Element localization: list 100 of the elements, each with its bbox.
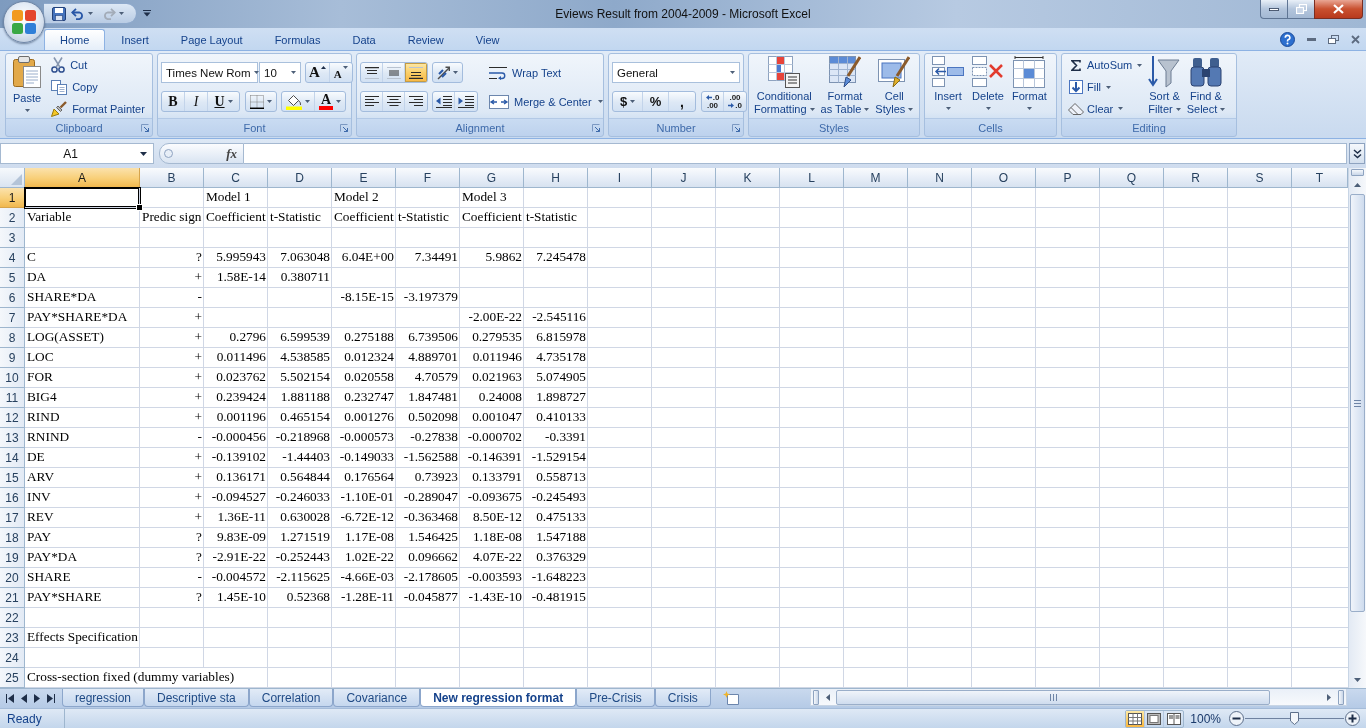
column-header[interactable]: I [588,168,652,188]
normal-view-button[interactable] [1126,710,1146,727]
fill-button[interactable]: Fill [1066,76,1145,98]
merge-center-button[interactable]: Merge & Center [487,91,605,112]
row-header[interactable]: 19 [0,548,25,568]
help-icon[interactable] [1280,31,1295,47]
corner-arrow-icon[interactable] [141,123,149,132]
column-header[interactable]: C [204,168,268,188]
skip-start-icon[interactable] [6,693,14,703]
row-header[interactable]: 18 [0,528,25,548]
row-header[interactable]: 25 [0,668,25,688]
insert-button[interactable]: Insert [930,54,966,119]
round-handle-icon[interactable] [164,149,173,158]
ribbon-tab[interactable]: Formulas [258,29,337,50]
column-header[interactable]: E [332,168,396,188]
column-header[interactable]: A [25,168,140,188]
row-header[interactable]: 15 [0,468,25,488]
cell-styles-button[interactable]: Cell Styles [873,54,916,119]
decrease-indent-button[interactable] [433,92,455,111]
row-header[interactable]: 6 [0,288,25,308]
column-header[interactable]: F [396,168,460,188]
scroll-thumb[interactable] [836,689,1270,705]
row-header[interactable]: 11 [0,388,25,408]
restore-button[interactable] [1287,0,1314,19]
column-header[interactable]: L [780,168,844,188]
sheet-tab[interactable]: Correlation [248,689,334,707]
skip-end-icon[interactable] [47,693,55,703]
ribbon-tab[interactable]: Review [391,29,460,50]
horizontal-scrollbar[interactable] [810,689,1347,706]
column-header[interactable]: G [460,168,524,188]
triangle-right-icon[interactable] [34,693,40,703]
ribbon-tab[interactable]: Home [44,29,106,50]
scroll-thumb[interactable] [1350,194,1365,612]
clear-button[interactable]: Clear [1066,98,1145,119]
column-header[interactable]: M [844,168,908,188]
page-layout-view-button[interactable] [1145,710,1165,727]
orientation-button[interactable] [432,62,463,83]
vertical-scrollbar[interactable] [1348,168,1366,688]
comma-style-button[interactable]: , [669,92,695,111]
shrink-font-button[interactable]: A [329,63,352,82]
close-icon[interactable] [1351,34,1360,44]
row-header[interactable]: 23 [0,628,25,648]
row-header[interactable]: 8 [0,328,25,348]
page-star-icon[interactable] [722,691,739,705]
row-header[interactable]: 2 [0,208,25,228]
wrap-text-button[interactable]: Wrap Text [487,62,605,83]
font-name-dropdown[interactable]: Times New Rom [161,62,258,83]
zoom-percent-button[interactable]: 100% [1190,711,1221,726]
row-header[interactable]: 7 [0,308,25,328]
ribbon-tab[interactable]: Data [336,29,392,50]
italic-button[interactable]: I [185,92,208,111]
format-painter-button[interactable]: Format Painter [49,98,147,119]
format-as-table-button[interactable]: Format as Table [818,54,872,119]
minimize-icon[interactable] [1307,37,1316,41]
sort-filter-button[interactable]: Sort & Filter [1146,54,1183,119]
corner-arrow-icon[interactable] [732,123,740,132]
selected-cell[interactable] [25,188,140,208]
number-format-dropdown[interactable]: General [612,62,740,83]
paste-button[interactable]: Paste [6,54,44,119]
ribbon-tab[interactable]: View [459,29,516,50]
column-header[interactable]: Q [1100,168,1164,188]
column-header[interactable]: N [908,168,972,188]
sheet-tab[interactable]: Descriptive sta [144,689,249,707]
copy-button[interactable]: Copy [49,76,147,98]
row-header[interactable]: 5 [0,268,25,288]
slider-thumb[interactable] [1290,711,1299,725]
currency-button[interactable]: $ [613,92,643,111]
cut-button[interactable]: Cut [49,55,147,76]
decrease-decimal-button[interactable]: .00 .0 [724,92,746,111]
underline-button[interactable]: U [208,92,239,111]
page-break-preview-button[interactable] [1164,710,1184,727]
grow-font-button[interactable]: A [306,63,330,82]
column-header[interactable]: P [1036,168,1100,188]
column-header[interactable]: K [716,168,780,188]
insert-function-button[interactable]: fx [226,145,237,162]
conditional-formatting-button[interactable]: Conditional Formatting [752,54,817,119]
column-header[interactable]: B [140,168,204,188]
percent-button[interactable]: % [643,92,669,111]
row-header[interactable]: 24 [0,648,25,668]
zoom-slider[interactable] [1245,711,1344,726]
column-header[interactable]: T [1292,168,1348,188]
triangle-left-icon[interactable] [21,693,27,703]
font-size-dropdown[interactable]: 10 [259,62,301,83]
undo-icon[interactable] [71,7,85,20]
column-header[interactable]: J [652,168,716,188]
column-header[interactable]: O [972,168,1036,188]
column-header[interactable]: D [268,168,332,188]
delete-button[interactable]: Delete [970,54,1006,119]
formula-input[interactable] [244,143,1347,164]
expand-formula-bar-button[interactable] [1349,143,1365,164]
caret-icon[interactable] [88,12,93,15]
minus-circle-icon[interactable] [1229,711,1244,726]
name-box[interactable]: A1 [0,143,154,164]
row-header[interactable]: 10 [0,368,25,388]
sheet-tab[interactable]: Crisis [654,689,711,707]
font-color-button[interactable]: A [315,92,346,111]
format-button[interactable]: Format [1010,54,1049,119]
fill-handle[interactable] [136,204,143,211]
caret-icon[interactable] [119,12,124,15]
minimize-button[interactable] [1260,0,1287,19]
